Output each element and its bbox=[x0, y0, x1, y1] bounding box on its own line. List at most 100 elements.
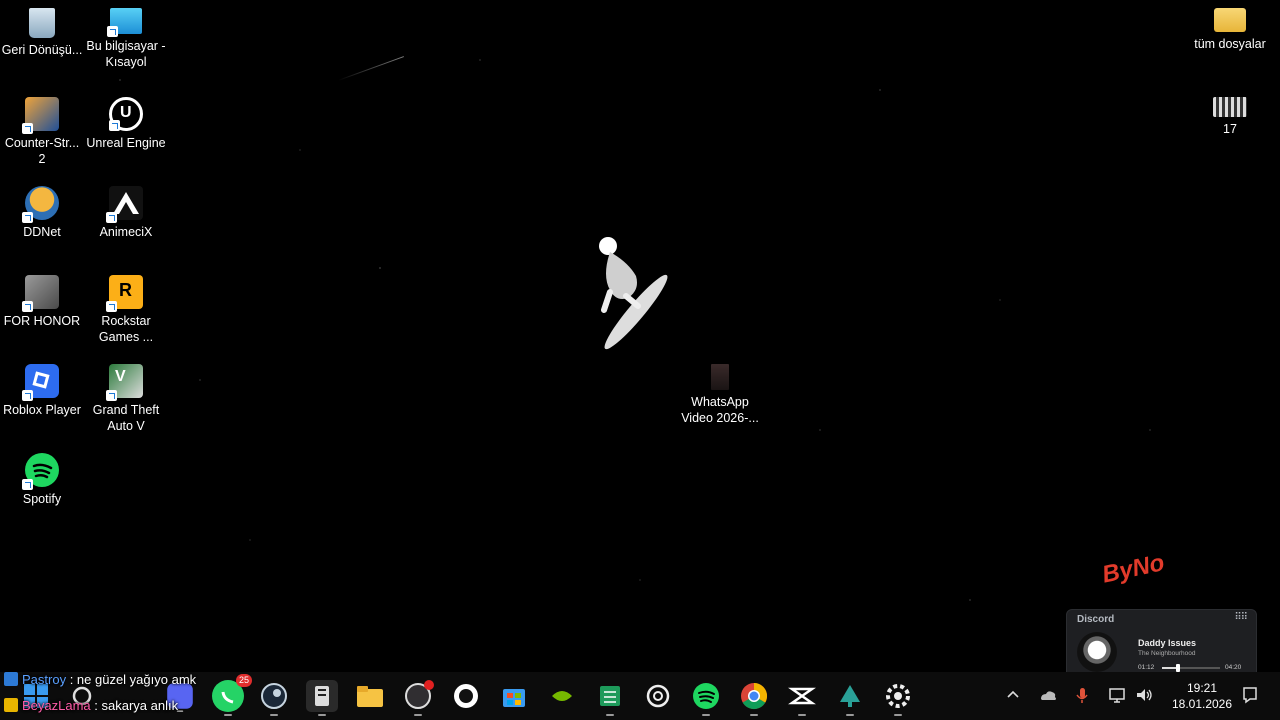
spotify-icon bbox=[693, 683, 719, 709]
app-icon bbox=[315, 686, 329, 706]
taskbar-steam[interactable] bbox=[258, 680, 290, 716]
chrome-icon bbox=[741, 682, 768, 710]
album-art bbox=[1077, 632, 1117, 672]
onedrive-icon[interactable] bbox=[1038, 685, 1058, 705]
animecix-icon bbox=[106, 186, 143, 223]
progress-knob[interactable] bbox=[1176, 664, 1181, 672]
icon-label: 17 bbox=[1223, 122, 1237, 136]
gear-icon bbox=[886, 684, 910, 708]
taskbar-file-explorer[interactable] bbox=[354, 680, 386, 712]
icon-label: Counter-Str... 2 bbox=[4, 136, 80, 166]
notification-badge: 25 bbox=[235, 674, 252, 687]
desktop-icon-recycle-bin[interactable]: Geri Dönüşü... bbox=[0, 0, 84, 58]
icon-label: Grand Theft Auto V bbox=[92, 403, 160, 433]
widget-title: Discord bbox=[1077, 614, 1115, 625]
song-artist: The Neighbourhood bbox=[1138, 650, 1196, 657]
desktop-icon-video-17[interactable]: 17 bbox=[1188, 89, 1272, 137]
tray-overflow-chevron-icon[interactable] bbox=[1003, 685, 1023, 705]
taskbar-store[interactable] bbox=[498, 680, 530, 712]
taskbar-chrome[interactable] bbox=[738, 680, 770, 716]
surfer-figure bbox=[599, 237, 668, 350]
progress-bar[interactable] bbox=[1162, 664, 1220, 672]
chat-message: BeyazLama : sakarya anlık bbox=[4, 697, 178, 714]
gta-v-icon: V bbox=[106, 364, 143, 401]
shooting-star bbox=[337, 56, 404, 81]
desktop-icon-counter-strike[interactable]: Counter-Str... 2 bbox=[0, 89, 84, 167]
desktop-icon-this-pc[interactable]: Bu bilgisayar - Kısayol bbox=[84, 0, 168, 70]
counter-strike-icon bbox=[22, 97, 59, 134]
recycle-bin-icon bbox=[29, 8, 55, 38]
svg-text:ByNo: ByNo bbox=[1100, 549, 1167, 588]
icon-label: FOR HONOR bbox=[3, 314, 81, 328]
microphone-icon[interactable] bbox=[1072, 685, 1092, 705]
desktop-icon-animecix[interactable]: AnimeciX bbox=[84, 178, 168, 240]
circle-app-icon bbox=[454, 684, 478, 708]
icon-label: Unreal Engine bbox=[86, 136, 166, 150]
volume-icon[interactable] bbox=[1134, 685, 1154, 705]
taskbar-chatgpt[interactable] bbox=[642, 680, 674, 712]
icon-label: Rockstar Games ... bbox=[98, 314, 154, 344]
taskbar-app-circle[interactable] bbox=[450, 680, 482, 712]
taskbar-app-tree[interactable] bbox=[834, 680, 866, 716]
clock-time: 19:21 bbox=[1186, 681, 1218, 695]
icon-label: AnimeciX bbox=[99, 225, 153, 239]
icon-label: Geri Dönüşü... bbox=[1, 43, 83, 57]
desktop-icon-ddnet[interactable]: DDNet bbox=[0, 178, 84, 240]
taskbar-settings[interactable] bbox=[882, 680, 914, 716]
byno-watermark-logo: ByNo bbox=[1100, 549, 1167, 588]
roblox-icon bbox=[22, 364, 59, 401]
steam-icon bbox=[261, 683, 287, 709]
chat-separator: : bbox=[66, 672, 77, 687]
rockstar-games-icon: R bbox=[106, 275, 143, 312]
for-honor-icon bbox=[22, 275, 59, 312]
chatgpt-icon bbox=[646, 684, 670, 708]
drag-handle-icon[interactable]: ⠿⠿ bbox=[1234, 612, 1248, 623]
folder-icon bbox=[1214, 8, 1246, 32]
desktop-icon-whatsapp-video[interactable]: WhatsApp Video 2026-... bbox=[678, 356, 762, 426]
elapsed-time: 01:12 bbox=[1138, 664, 1155, 671]
taskbar-whatsapp[interactable]: 25 bbox=[212, 674, 252, 716]
icon-label: DDNet bbox=[23, 225, 61, 239]
twitch-badge-icon bbox=[4, 672, 18, 686]
desktop-icon-roblox[interactable]: Roblox Player bbox=[0, 356, 84, 418]
clock-date: 18.01.2026 bbox=[1171, 697, 1233, 711]
desktop-icon-rockstar[interactable]: R Rockstar Games ... bbox=[84, 267, 168, 345]
chat-text: sakarya anlık bbox=[101, 698, 179, 713]
this-pc-icon bbox=[107, 8, 142, 37]
taskbar-capcut[interactable] bbox=[786, 680, 818, 716]
capcut-icon bbox=[788, 687, 816, 705]
song-title: Daddy Issues bbox=[1138, 638, 1197, 648]
chat-message: Pastroy : ne güzel yağıyo amk bbox=[4, 671, 196, 688]
desktop-wallpaper[interactable]: Geri Dönüşü... Bu bilgisayar - Kısayol C… bbox=[0, 0, 1280, 672]
desktop-icon-folder[interactable]: tüm dosyalar bbox=[1188, 0, 1272, 52]
icon-label: Roblox Player bbox=[3, 403, 81, 417]
video-thumbnail-icon bbox=[711, 364, 729, 390]
ddnet-icon bbox=[22, 186, 59, 223]
chat-separator: : bbox=[90, 698, 102, 713]
chat-username: Pastroy bbox=[22, 672, 67, 687]
icon-label: tüm dosyalar bbox=[1194, 37, 1266, 51]
video-file-icon bbox=[1213, 97, 1247, 117]
store-icon bbox=[503, 689, 525, 707]
taskbar-spotify[interactable] bbox=[690, 680, 722, 716]
icon-label: Spotify bbox=[22, 492, 62, 506]
taskbar-spreadsheet[interactable] bbox=[594, 680, 626, 716]
taskbar-nvidia[interactable] bbox=[546, 680, 578, 712]
notification-center-icon[interactable] bbox=[1240, 685, 1260, 705]
taskbar-launcher[interactable] bbox=[306, 680, 338, 716]
spreadsheet-icon bbox=[600, 686, 620, 706]
nvidia-icon bbox=[552, 691, 572, 701]
taskbar-obs[interactable] bbox=[402, 680, 434, 716]
network-icon[interactable] bbox=[1107, 685, 1127, 705]
folder-icon bbox=[357, 686, 383, 707]
desktop-icon-spotify[interactable]: Spotify bbox=[0, 445, 84, 507]
chat-text: ne güzel yağıyo amk bbox=[76, 672, 197, 687]
desktop-icon-for-honor[interactable]: FOR HONOR bbox=[0, 267, 84, 329]
obs-icon bbox=[405, 680, 434, 709]
spotify-icon bbox=[22, 453, 59, 490]
desktop-icon-unreal-engine[interactable]: U Unreal Engine bbox=[84, 89, 168, 151]
desktop-icon-gta-v[interactable]: V Grand Theft Auto V bbox=[84, 356, 168, 434]
taskbar-clock[interactable]: 19:21 18.01.2026 bbox=[1166, 680, 1238, 712]
unreal-engine-icon: U bbox=[109, 97, 143, 131]
tree-app-icon bbox=[840, 685, 860, 707]
